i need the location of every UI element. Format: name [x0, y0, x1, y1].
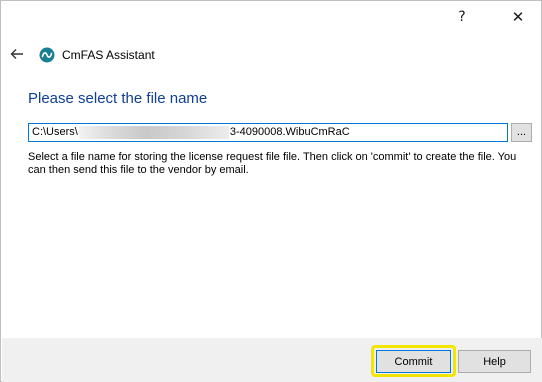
file-path-suffix: 3-4090008.WibuCmRaC [229, 126, 350, 138]
close-icon[interactable]: ✕ [504, 6, 532, 28]
file-path-input[interactable]: C:\Users\ 3-4090008.WibuCmRaC [28, 123, 508, 142]
help-button[interactable]: Help [458, 350, 531, 373]
help-icon[interactable]: ? [448, 6, 476, 28]
instruction-text: Select a file name for storing the licen… [28, 151, 517, 176]
app-title: CmFAS Assistant [62, 48, 155, 62]
file-path-prefix: C:\Users\ [32, 126, 78, 138]
cmfas-logo-icon [39, 47, 55, 63]
browse-button[interactable]: ... [511, 123, 532, 142]
back-arrow-icon[interactable] [7, 45, 27, 63]
page-title: Please select the file name [28, 90, 208, 107]
assistant-window: ? ✕ CmFAS Assistant Please select the fi… [0, 0, 542, 382]
commit-button[interactable]: Commit [376, 350, 451, 373]
redacted-region [78, 126, 229, 139]
